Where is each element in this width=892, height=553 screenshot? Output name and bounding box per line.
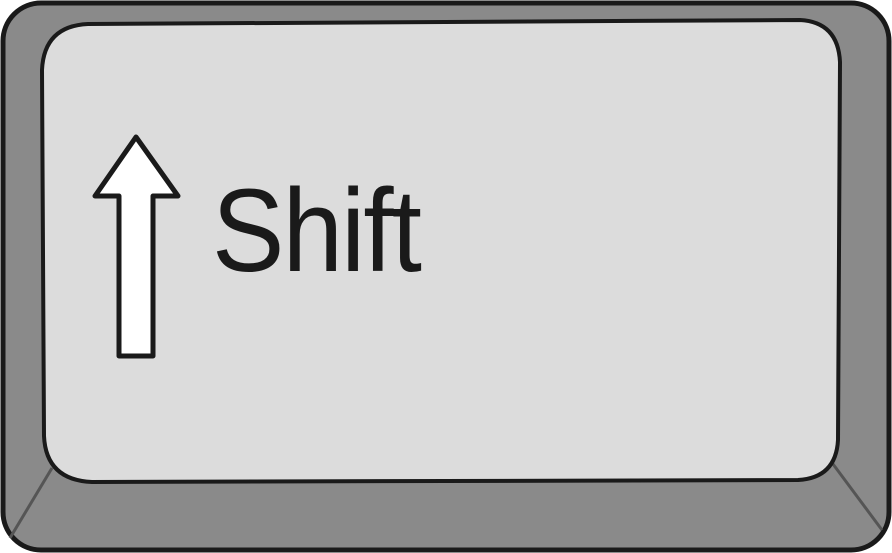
key-top-face <box>39 17 843 485</box>
shift-label: Shift <box>212 165 422 297</box>
key-shape <box>0 0 892 553</box>
shift-key[interactable]: Shift <box>0 0 892 553</box>
